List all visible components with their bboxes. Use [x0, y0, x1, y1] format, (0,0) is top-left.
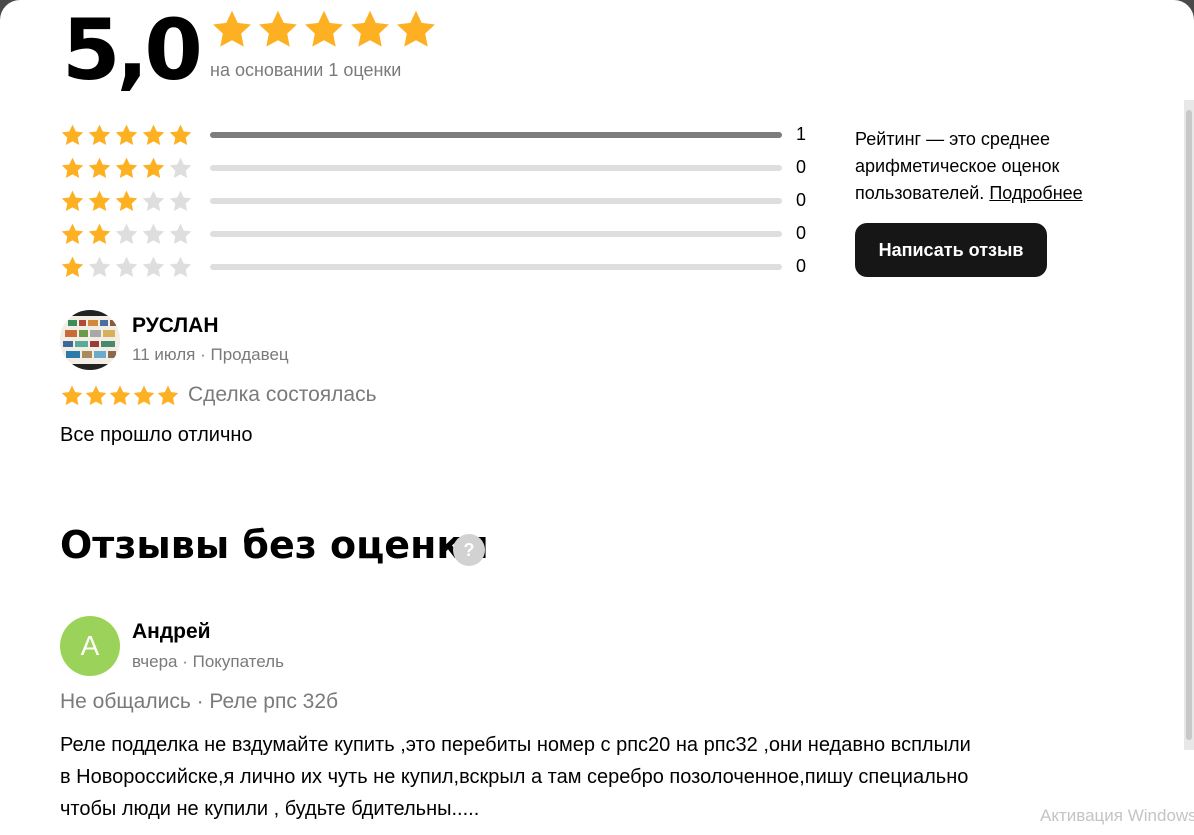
star-filled-icon — [108, 384, 132, 408]
star-filled-icon — [256, 8, 300, 52]
rating-row-stars — [60, 255, 210, 280]
windows-activation-watermark: Активация Windows — [1040, 806, 1194, 825]
star-filled-icon — [87, 189, 112, 214]
average-stars — [210, 8, 440, 52]
avatar[interactable] — [60, 310, 120, 370]
star-filled-icon — [60, 255, 85, 280]
star-filled-icon — [114, 189, 139, 214]
rating-row-stars — [60, 156, 210, 181]
star-empty-icon — [87, 255, 112, 280]
scrollbar-thumb[interactable] — [1186, 110, 1192, 740]
rating-row-stars — [60, 123, 210, 148]
review-text: Все прошло отлично — [60, 424, 253, 446]
star-filled-icon — [114, 156, 139, 181]
star-empty-icon — [168, 189, 193, 214]
star-filled-icon — [60, 384, 84, 408]
star-empty-icon — [168, 222, 193, 247]
star-filled-icon — [60, 123, 85, 148]
star-empty-icon — [168, 255, 193, 280]
star-filled-icon — [60, 189, 85, 214]
star-filled-icon — [132, 384, 156, 408]
star-empty-icon — [114, 255, 139, 280]
rating-count: 0 — [795, 256, 806, 276]
rating-row-1: 0 — [60, 254, 820, 280]
star-filled-icon — [141, 123, 166, 148]
star-filled-icon — [302, 8, 346, 52]
star-filled-icon — [156, 384, 180, 408]
section-title: Отзывы без оценки — [60, 523, 489, 567]
star-empty-icon — [141, 189, 166, 214]
star-filled-icon — [87, 156, 112, 181]
rating-bar — [210, 198, 782, 204]
rating-row-2: 0 — [60, 221, 820, 247]
average-rating: 5,0 — [62, 1, 203, 99]
review-text-line: чтобы люди не купили , будьте бдительны.… — [60, 798, 480, 820]
star-filled-icon — [168, 123, 193, 148]
star-filled-icon — [87, 222, 112, 247]
reviews-panel: 5,0 на основании 1 оценки 1 0 0 0 0 Рейтинг … — [0, 0, 1194, 835]
review-meta: 11 июля · Продавец — [132, 345, 289, 364]
rating-bar — [210, 231, 782, 237]
star-filled-icon — [84, 384, 108, 408]
review-text-line: в Новороссийске,я лично их чуть не купил… — [60, 766, 969, 788]
star-filled-icon — [394, 8, 438, 52]
rating-bar — [210, 165, 782, 171]
star-empty-icon — [141, 255, 166, 280]
star-filled-icon — [210, 8, 254, 52]
star-empty-icon — [114, 222, 139, 247]
rating-row-stars — [60, 189, 210, 214]
reviewer-name[interactable]: РУСЛАН — [132, 314, 219, 338]
help-icon[interactable]: ? — [453, 534, 485, 566]
rating-count: 0 — [795, 223, 806, 243]
rating-bar-fill — [210, 132, 782, 138]
rating-basis: на основании 1 оценки — [210, 60, 402, 80]
review-text-line: Реле подделка не вздумайте купить ,это п… — [60, 734, 971, 756]
review-meta: вчера · Покупатель — [132, 652, 284, 671]
star-filled-icon — [114, 123, 139, 148]
avatar[interactable]: А — [60, 616, 120, 676]
rating-row-3: 0 — [60, 188, 820, 214]
star-filled-icon — [60, 156, 85, 181]
rating-bar — [210, 264, 782, 270]
star-empty-icon — [141, 222, 166, 247]
more-link[interactable]: Подробнее — [989, 183, 1082, 203]
review-stars — [60, 384, 180, 408]
star-empty-icon — [168, 156, 193, 181]
reviewer-name[interactable]: Андрей — [132, 620, 211, 644]
rating-count: 0 — [795, 190, 806, 210]
write-review-button[interactable]: Написать отзыв — [855, 223, 1047, 277]
review-subject: Не общались · Реле рпс 32б — [60, 690, 339, 713]
star-filled-icon — [141, 156, 166, 181]
star-filled-icon — [60, 222, 85, 247]
rating-count: 1 — [795, 124, 806, 144]
page: 5,0 на основании 1 оценки 1 0 0 0 0 Рейтинг … — [0, 0, 1194, 835]
rating-count: 0 — [795, 157, 806, 177]
star-filled-icon — [87, 123, 112, 148]
star-filled-icon — [348, 8, 392, 52]
rating-row-5: 1 — [60, 122, 820, 148]
avatar-photo — [60, 310, 120, 370]
rating-info: Рейтинг — это среднее арифметическое оце… — [855, 126, 1135, 207]
rating-row-4: 0 — [60, 155, 820, 181]
deal-status: Сделка состоялась — [188, 383, 377, 406]
rating-row-stars — [60, 222, 210, 247]
rating-bar — [210, 132, 782, 138]
